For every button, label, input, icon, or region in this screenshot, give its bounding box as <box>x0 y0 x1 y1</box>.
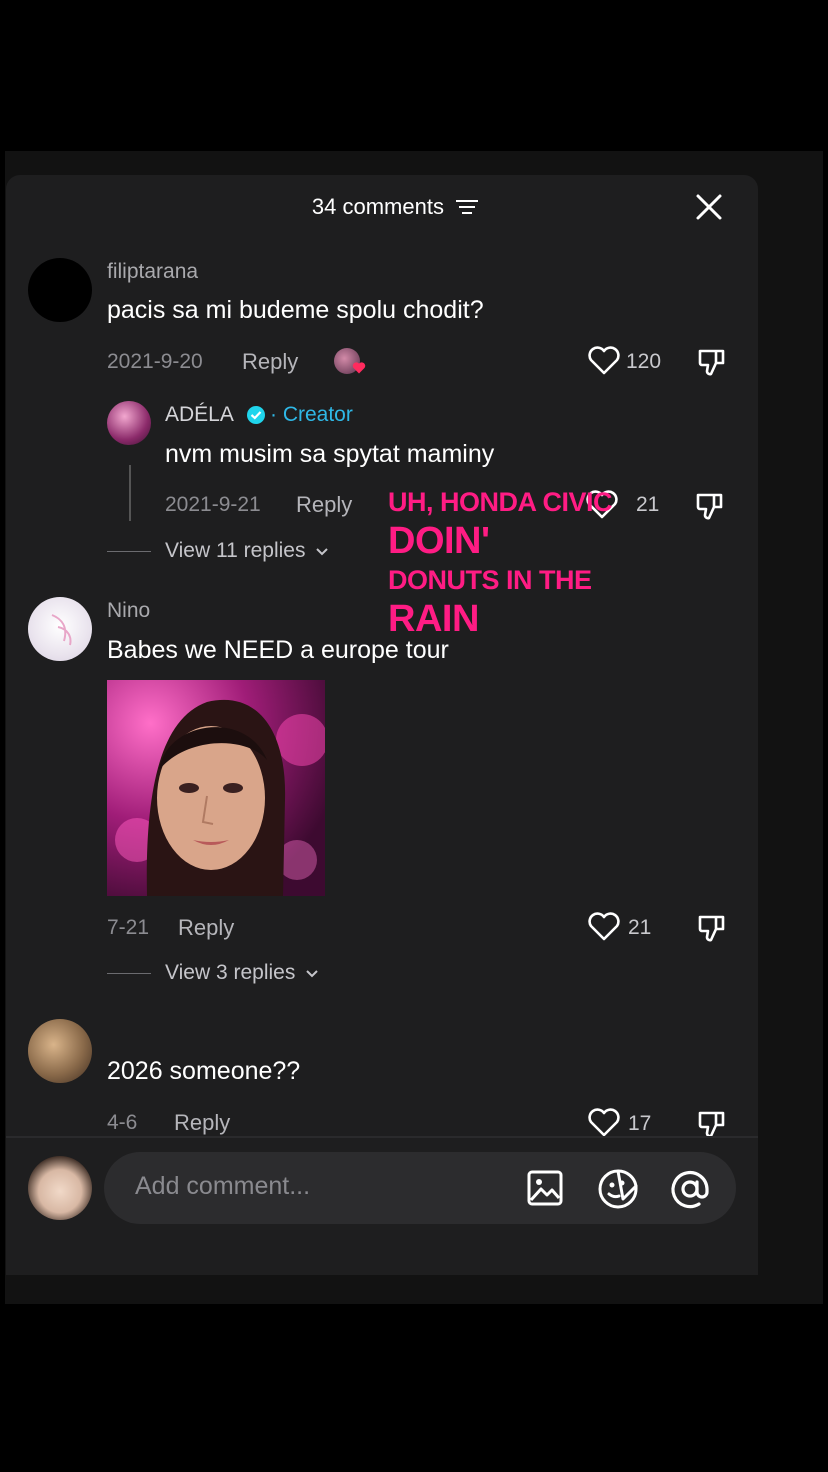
thread-line <box>129 465 131 521</box>
comments-header: 34 comments <box>0 193 790 220</box>
reply-button[interactable]: Reply <box>174 1110 230 1136</box>
heart-icon[interactable] <box>587 346 621 376</box>
view-replies-button[interactable]: View 11 replies <box>165 539 329 563</box>
comment-input-bar[interactable]: Add comment... <box>104 1152 736 1224</box>
dislike-icon[interactable] <box>696 912 728 944</box>
like-count: 17 <box>628 1112 652 1135</box>
like-count: 21 <box>636 493 660 516</box>
comment-username[interactable]: Nino <box>107 599 150 623</box>
comment-date: 2021-9-21 <box>165 493 261 516</box>
lyrics-line-4: RAIN <box>388 598 479 640</box>
heart-icon[interactable] <box>587 1108 621 1138</box>
creator-badge: · Creator <box>270 403 353 426</box>
comment-text: nvm musim sa spytat maminy <box>165 440 495 468</box>
verified-icon <box>247 406 265 424</box>
chevron-down-icon <box>316 548 329 556</box>
lyrics-line-3: DONUTS IN THE <box>388 565 592 595</box>
heart-icon[interactable] <box>587 912 621 942</box>
comment-text: Babes we NEED a europe tour <box>107 636 449 664</box>
close-icon[interactable] <box>692 190 726 224</box>
view-replies-label: View 3 replies <box>165 961 296 984</box>
view-replies-label: View 11 replies <box>165 539 306 562</box>
dislike-icon[interactable] <box>694 490 726 522</box>
like-count: 120 <box>626 350 662 373</box>
view-replies-button[interactable]: View 3 replies <box>165 961 319 985</box>
comment-date: 7-21 <box>107 916 150 939</box>
input-divider <box>6 1136 758 1138</box>
lyrics-line-2: DOIN' <box>388 520 490 562</box>
like-count: 21 <box>628 916 652 939</box>
reply-button[interactable]: Reply <box>242 349 298 375</box>
replies-divider <box>107 551 151 552</box>
heart-badge-icon <box>352 362 366 374</box>
comment-gif-image[interactable] <box>107 680 325 896</box>
replies-divider <box>107 973 151 974</box>
my-avatar <box>28 1156 92 1220</box>
lyrics-line-1: UH, HONDA CIVIC <box>388 487 613 517</box>
reply-button[interactable]: Reply <box>296 492 352 518</box>
comment-date: 4-6 <box>107 1111 138 1134</box>
reply-button[interactable]: Reply <box>178 915 234 941</box>
comment-text: 2026 someone?? <box>107 1057 301 1085</box>
comment-username[interactable]: filiptarana <box>107 260 198 284</box>
dislike-icon[interactable] <box>696 346 728 378</box>
avatar[interactable] <box>28 1019 92 1083</box>
image-icon[interactable] <box>526 1169 564 1207</box>
comment-date: 2021-9-20 <box>107 350 203 373</box>
creator-avatar[interactable] <box>107 401 151 445</box>
mention-icon[interactable] <box>669 1168 711 1210</box>
chevron-down-icon <box>306 970 318 978</box>
emoji-icon[interactable] <box>597 1168 639 1210</box>
avatar[interactable] <box>28 597 92 661</box>
comment-input[interactable]: Add comment... <box>135 1172 310 1201</box>
avatar[interactable] <box>28 258 92 322</box>
creator-username[interactable]: ADÉLA <box>165 403 234 427</box>
comments-count-title: 34 comments <box>311 194 444 220</box>
comment-text: pacis sa mi budeme spolu chodit? <box>107 296 484 324</box>
filter-icon[interactable] <box>456 199 479 215</box>
